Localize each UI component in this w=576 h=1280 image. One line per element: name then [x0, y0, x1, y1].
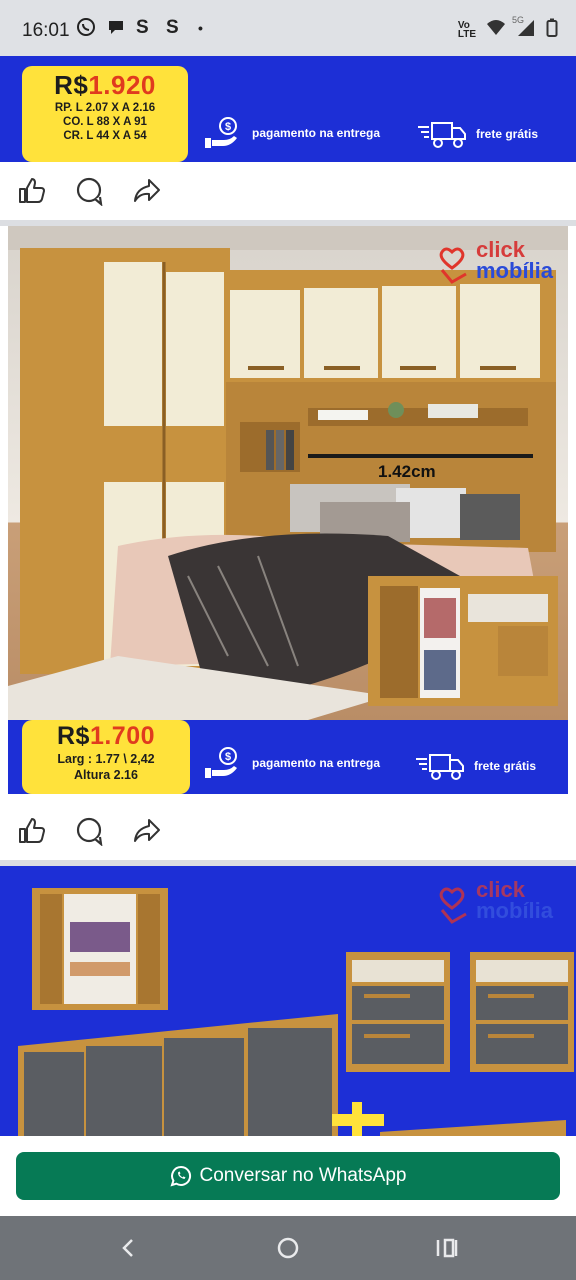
clock: 16:01: [22, 20, 70, 41]
whatsapp-bar: Conversar no WhatsApp: [0, 1136, 576, 1216]
wifi-icon: [486, 19, 506, 40]
post1-price: R$1.920: [54, 70, 156, 100]
hand-heart-icon: [439, 247, 467, 284]
share-icon[interactable]: [132, 176, 162, 206]
back-icon[interactable]: [114, 1234, 144, 1262]
brand-logo: click mobília: [439, 239, 553, 284]
hand-heart-icon: [439, 887, 467, 924]
whatsapp-icon: [169, 1165, 191, 1187]
post1-banner: R$1.920 RP. L 2.07 X A 2.16 CO. L 88 X A…: [0, 56, 576, 162]
truck-icon: [416, 754, 464, 780]
whatsapp-icon: [76, 17, 96, 43]
post2-banner: R$1.700 Larg : 1.77 \ 2,42 Altura 2.16 $…: [8, 720, 568, 794]
notification-dot: •: [198, 20, 203, 36]
money-hand-icon: $: [205, 747, 237, 778]
recents-icon[interactable]: [432, 1234, 462, 1262]
volte-label: Vo LTE: [457, 19, 476, 40]
battery-icon: [546, 18, 558, 41]
post1-dim-2: CO. L 88 X A 91: [63, 116, 147, 128]
post3-image: click mobília: [0, 866, 576, 1136]
post2-width: Larg : 1.77 \ 2,42: [57, 752, 155, 766]
post1-dim-1: RP. L 2.07 X A 2.16: [54, 102, 156, 114]
like-icon[interactable]: [16, 816, 46, 846]
truck-icon: [418, 122, 466, 148]
post2-shipping: frete grátis: [414, 750, 536, 782]
signal-icon: 5G: [512, 15, 536, 40]
whatsapp-chat-button[interactable]: Conversar no WhatsApp: [16, 1152, 560, 1200]
brand-logo: click mobília: [439, 879, 553, 924]
svg-text:$: $: [225, 751, 231, 763]
bedroom-furniture-image: [8, 226, 568, 720]
like-icon[interactable]: [16, 176, 46, 206]
post2-payment: $ pagamento na entrega: [204, 746, 380, 780]
post2-actions: [0, 802, 576, 860]
post1-dim-3: CR. L 44 X A 54: [63, 130, 147, 142]
money-hand-icon: $: [205, 117, 237, 148]
whatsapp-button-label: Conversar no WhatsApp: [199, 1165, 407, 1186]
comment-icon[interactable]: [74, 816, 104, 846]
measure-label: 1.42cm: [378, 462, 436, 481]
share-icon[interactable]: [132, 816, 162, 846]
post1-shipping: frete grátis: [416, 118, 538, 150]
comment-icon[interactable]: [74, 176, 104, 206]
post1-payment: $ pagamento na entrega: [204, 116, 380, 150]
post1-price-box: R$1.920 RP. L 2.07 X A 2.16 CO. L 88 X A…: [22, 66, 188, 162]
home-icon[interactable]: [273, 1234, 303, 1262]
post2-price-box: R$1.700 Larg : 1.77 \ 2,42 Altura 2.16: [22, 720, 190, 794]
post1-actions: [0, 162, 576, 220]
post2-price: R$1.700: [56, 722, 156, 750]
chat-icon: [106, 17, 126, 43]
status-bar: 16:01 S S • Vo LTE 5G: [0, 0, 576, 56]
system-nav-bar: [0, 1216, 576, 1280]
post2-photo: 1.42cm click mobília: [8, 226, 568, 720]
s-icon: S: [166, 17, 179, 38]
s-icon: S: [136, 17, 149, 38]
post2-height: Altura 2.16: [74, 768, 138, 782]
svg-text:$: $: [225, 121, 231, 133]
